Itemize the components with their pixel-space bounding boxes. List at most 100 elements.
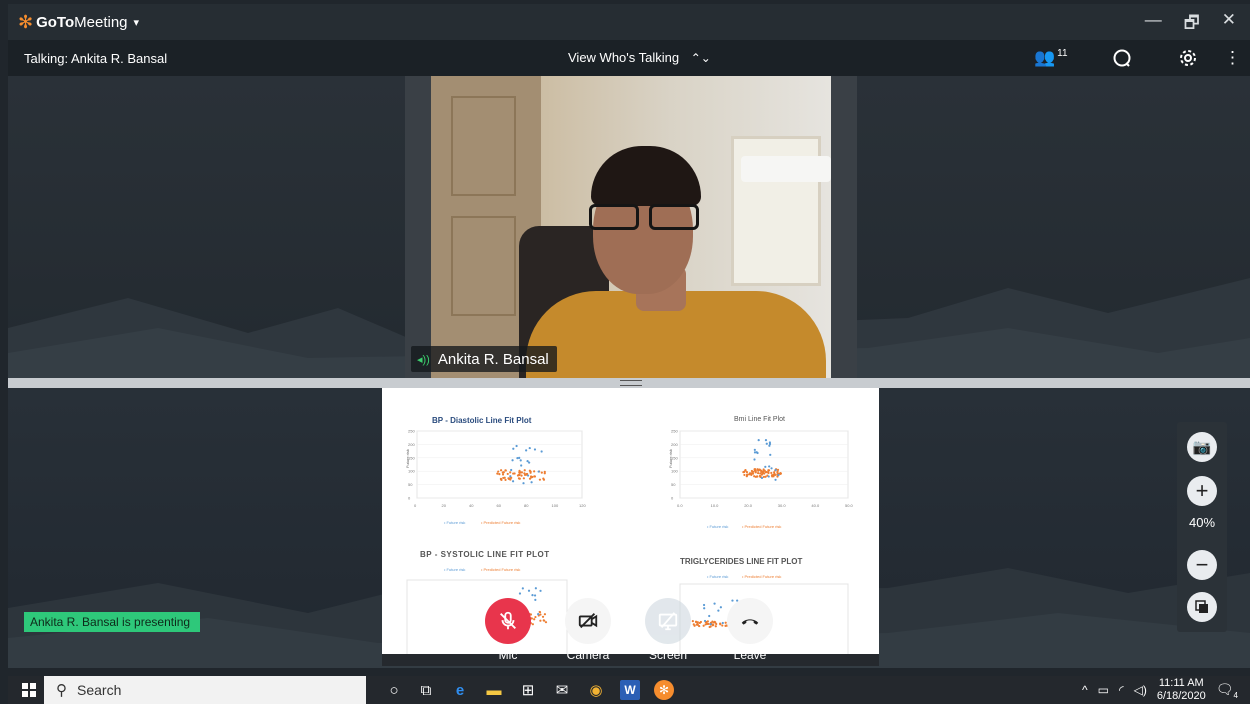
- taskbar-clock[interactable]: 11:11 AM 6/18/2020: [1157, 677, 1206, 703]
- chart2-actual-point: [765, 442, 768, 445]
- chart2-predicted-point: [758, 474, 762, 478]
- chart2-predicted-point: [763, 469, 766, 472]
- chart1-ytick: 100: [408, 469, 415, 474]
- start-button[interactable]: [22, 683, 36, 697]
- chart2-legend-predicted: • Predicted Future risk: [742, 524, 781, 529]
- chart1-predicted-point: [496, 472, 499, 475]
- stage-splitter[interactable]: [8, 378, 1250, 388]
- speaker-audio-icon: ◂)): [417, 353, 430, 366]
- chart4-predicted-point: [696, 621, 699, 624]
- screen-share-off-icon: [658, 612, 678, 631]
- chart4-actual-point: [719, 606, 722, 609]
- cortana-icon[interactable]: ○: [384, 680, 404, 700]
- chart4-predicted-point: [715, 622, 718, 626]
- chart2-xtick: 0.0: [677, 503, 683, 508]
- notifications-icon[interactable]: 🗨4: [1216, 681, 1238, 700]
- restore-button[interactable]: 🗗: [1184, 10, 1200, 39]
- edge-icon[interactable]: e: [450, 680, 470, 700]
- search-icon: ⚲: [56, 682, 67, 699]
- talking-indicator: Talking: Ankita R. Bansal: [24, 50, 168, 66]
- chart4-predicted-point: [691, 620, 694, 623]
- gotomeeting-window: ✻ GoTo Meeting ▾ — 🗗 ✕ Talking: Ankita R…: [0, 0, 1250, 704]
- chart1-predicted-point: [542, 477, 545, 480]
- chart2-predicted-point: [754, 475, 757, 478]
- leave-button[interactable]: [727, 598, 773, 644]
- chart2-actual-point: [764, 439, 768, 442]
- chart2-xtick: 10.0: [711, 503, 720, 508]
- task-view-icon[interactable]: ⧉: [416, 680, 436, 700]
- gotomeeting-taskbar-icon[interactable]: ✻: [654, 680, 674, 700]
- speaker-glasses: [581, 204, 701, 230]
- chart2-ytick: 150: [671, 455, 678, 460]
- taskbar-search[interactable]: ⚲ Search: [44, 676, 366, 704]
- chart1-actual-point: [526, 459, 529, 463]
- volume-icon[interactable]: ◁): [1134, 683, 1147, 697]
- mail-icon[interactable]: ✉: [552, 680, 572, 700]
- store-icon[interactable]: ⊞: [518, 680, 538, 700]
- meeting-toolbar: Talking: Ankita R. Bansal View Who's Tal…: [8, 40, 1250, 76]
- network-icon[interactable]: ▭: [1098, 683, 1109, 697]
- wifi-icon[interactable]: ◜: [1119, 683, 1124, 697]
- chat-button[interactable]: [1112, 48, 1132, 73]
- minimize-button[interactable]: —: [1145, 10, 1162, 39]
- chart1-xtick: 120: [579, 503, 586, 508]
- participants-button[interactable]: 👥 11: [1034, 48, 1068, 68]
- chart2-predicted-point: [743, 473, 746, 477]
- screen-share-button[interactable]: [645, 598, 691, 644]
- chart2-ytick: 250: [671, 429, 678, 434]
- mic-muted-icon: [500, 611, 516, 630]
- show-hidden-icons-icon[interactable]: ^: [1082, 683, 1088, 697]
- shared-screen-slide[interactable]: BP - Diastolic Line Fit Plot Future risk…: [382, 388, 879, 666]
- chart1-actual-point: [528, 446, 531, 450]
- hang-up-icon: [741, 619, 759, 625]
- chart2-actual-point: [760, 476, 764, 480]
- mic-label: Mic: [498, 648, 518, 662]
- chart1-predicted-point: [506, 472, 509, 476]
- zoom-out-button[interactable]: −: [1187, 550, 1217, 580]
- chart4-actual-point: [708, 614, 711, 618]
- chart1-actual-point: [530, 481, 533, 484]
- screenshot-button[interactable]: 📷: [1187, 432, 1217, 462]
- chart2-xtick: 30.0: [778, 503, 787, 508]
- chart1-actual-point: [516, 457, 519, 460]
- chart4-predicted-point: [711, 620, 714, 623]
- chart1-predicted-point: [518, 477, 521, 480]
- chrome-icon[interactable]: ◉: [586, 680, 606, 700]
- chart2-predicted-point: [761, 472, 765, 475]
- chart2-actual-point: [757, 439, 760, 442]
- settings-button[interactable]: [1178, 48, 1198, 73]
- camera-button[interactable]: [565, 598, 611, 644]
- view-mode-selector[interactable]: View Who's Talking ⌃⌄: [568, 50, 711, 65]
- chart1-actual-point: [511, 459, 514, 462]
- chart4-actual-point: [702, 603, 706, 607]
- chart2-actual-point: [753, 448, 756, 451]
- presenter-taskbar: [382, 654, 879, 666]
- close-button[interactable]: ✕: [1222, 10, 1236, 39]
- mic-button[interactable]: [485, 598, 531, 644]
- file-explorer-icon[interactable]: ▬: [484, 680, 504, 700]
- chart2-predicted-point: [770, 471, 773, 475]
- app-menu-button[interactable]: ✻ GoTo Meeting ▾: [18, 12, 139, 33]
- fit-screen-button[interactable]: [1187, 592, 1217, 622]
- chart3-predicted-point: [541, 615, 545, 618]
- word-icon[interactable]: W: [620, 680, 640, 700]
- speaker-video-tile[interactable]: ◂)) Ankita R. Bansal: [405, 76, 857, 378]
- chart2-predicted-point: [767, 469, 771, 472]
- gear-icon: [1180, 50, 1196, 66]
- chart1-actual-point: [533, 448, 537, 451]
- chart4-actual-point: [709, 623, 712, 626]
- chart2-actual-point: [753, 451, 757, 454]
- chart4-predicted-point: [705, 622, 708, 625]
- chart2-ytick: 100: [671, 469, 678, 474]
- chart1-xtick: 80: [524, 503, 529, 508]
- chart2-predicted-point: [776, 470, 779, 473]
- zoom-panel: 📷 + 40% −: [1177, 422, 1227, 632]
- chart1-actual-point: [519, 459, 522, 462]
- more-options-button[interactable]: ⋮: [1224, 48, 1241, 68]
- chart2-predicted-point: [742, 470, 746, 473]
- chart1-predicted-point: [522, 477, 525, 480]
- chart2-predicted-point: [764, 475, 767, 478]
- zoom-in-button[interactable]: +: [1187, 476, 1217, 506]
- chart2-actual-point: [777, 473, 780, 477]
- chart2-predicted-point: [750, 469, 754, 473]
